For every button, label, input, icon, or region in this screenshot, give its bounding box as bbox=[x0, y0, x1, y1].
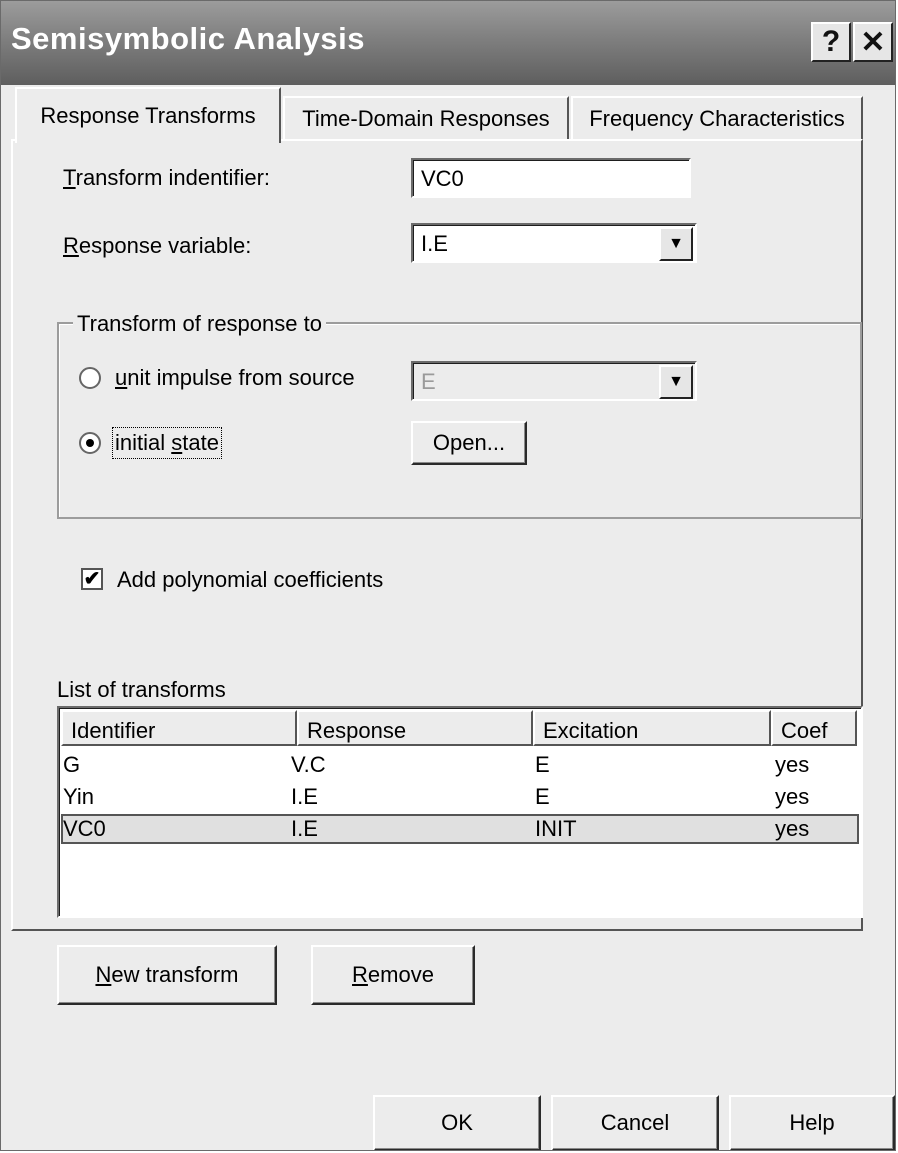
help-title-button[interactable]: ? bbox=[811, 22, 851, 62]
cell-coef: yes bbox=[775, 816, 810, 841]
cell-response: V.C bbox=[291, 752, 326, 777]
radio-selected-dot bbox=[86, 439, 94, 447]
cell-response: I.E bbox=[291, 784, 318, 809]
cell-coef: yes bbox=[775, 752, 810, 777]
unit-impulse-radio[interactable] bbox=[79, 367, 101, 389]
dialog-window: Semisymbolic Analysis ? ✕ Response Trans… bbox=[0, 0, 896, 1151]
cell-identifier: VC0 bbox=[63, 816, 106, 841]
close-button[interactable]: ✕ bbox=[853, 22, 893, 62]
initial-state-label[interactable]: initial state bbox=[112, 427, 222, 459]
column-header-response[interactable]: Response bbox=[297, 710, 533, 746]
add-polynomial-checkbox[interactable]: ✔ bbox=[81, 568, 103, 590]
cell-identifier: Yin bbox=[63, 784, 94, 809]
window-title: Semisymbolic Analysis bbox=[11, 21, 365, 56]
cell-excitation: E bbox=[535, 752, 550, 777]
column-header-coef[interactable]: Coef bbox=[771, 710, 857, 746]
cell-excitation: INIT bbox=[535, 816, 577, 841]
select-value: I.E bbox=[421, 231, 448, 256]
tab-label: Frequency Characteristics bbox=[589, 106, 845, 131]
question-icon: ? bbox=[821, 25, 841, 58]
cell-identifier: G bbox=[63, 752, 81, 777]
group-title: Transform of response to bbox=[73, 311, 326, 337]
chevron-down-icon: ▼ bbox=[659, 365, 693, 399]
title-bar[interactable]: Semisymbolic Analysis ? ✕ bbox=[1, 1, 895, 85]
tab-label: Time-Domain Responses bbox=[302, 106, 550, 131]
cell-coef: yes bbox=[775, 784, 810, 809]
column-header-identifier[interactable]: Identifier bbox=[61, 710, 297, 746]
select-value: E bbox=[421, 369, 436, 394]
tab-frequency-characteristics[interactable]: Frequency Characteristics bbox=[571, 96, 863, 142]
transform-identifier-input[interactable]: VC0 bbox=[411, 158, 691, 198]
open-button[interactable]: Open... bbox=[411, 421, 527, 465]
column-header-excitation[interactable]: Excitation bbox=[533, 710, 771, 746]
table-row[interactable]: G V.C E yes bbox=[61, 750, 859, 780]
tab-time-domain-responses[interactable]: Time-Domain Responses bbox=[283, 96, 569, 142]
transforms-list[interactable]: Identifier Response Excitation Coef G V.… bbox=[57, 706, 863, 918]
response-variable-label: Response variable: bbox=[63, 233, 252, 258]
ok-button[interactable]: OK bbox=[373, 1095, 541, 1150]
add-polynomial-label[interactable]: Add polynomial coefficients bbox=[117, 567, 383, 593]
tab-label: Response Transforms bbox=[40, 103, 256, 128]
chevron-down-icon[interactable]: ▼ bbox=[659, 227, 693, 261]
help-button[interactable]: Help bbox=[729, 1095, 895, 1150]
transform-identifier-label: Transform indentifier: bbox=[63, 165, 271, 190]
impulse-source-select: E ▼ bbox=[411, 361, 697, 401]
cell-response: I.E bbox=[291, 816, 318, 841]
close-icon: ✕ bbox=[860, 25, 886, 59]
new-transform-button[interactable]: New transform bbox=[57, 945, 277, 1005]
cancel-button[interactable]: Cancel bbox=[551, 1095, 719, 1150]
list-title: List of transforms bbox=[57, 677, 226, 702]
remove-button[interactable]: Remove bbox=[311, 945, 475, 1005]
response-variable-select[interactable]: I.E ▼ bbox=[411, 223, 697, 263]
table-row[interactable]: VC0 I.E INIT yes bbox=[61, 814, 859, 844]
cell-excitation: E bbox=[535, 784, 550, 809]
table-row[interactable]: Yin I.E E yes bbox=[61, 782, 859, 812]
unit-impulse-label[interactable]: unit impulse from source bbox=[115, 365, 355, 391]
initial-state-radio[interactable] bbox=[79, 432, 101, 454]
list-header: Identifier Response Excitation Coef bbox=[61, 710, 857, 746]
tab-response-transforms[interactable]: Response Transforms bbox=[15, 87, 281, 143]
input-value: VC0 bbox=[421, 166, 464, 191]
